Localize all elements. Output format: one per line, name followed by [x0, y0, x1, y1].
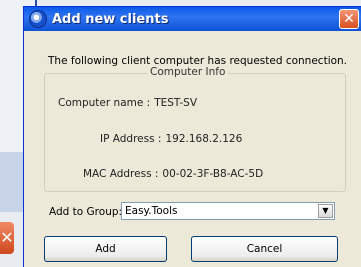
computer-name-label: Computer name : [58, 97, 151, 109]
group-select-value: Easy.Tools [125, 205, 178, 217]
computer-info-title: Computer Info [147, 66, 229, 78]
close-button[interactable]: ✕ [339, 9, 359, 29]
chevron-down-icon[interactable]: ▼ [318, 204, 333, 218]
add-to-group-label: Add to Group: [49, 206, 123, 218]
ip-address-row: IP Address :192.168.2.126 [100, 133, 242, 145]
mac-address-row: MAC Address :00-02-3F-B8-AC-5D [83, 168, 263, 180]
add-button[interactable]: Add [44, 236, 167, 262]
group-select[interactable]: Easy.Tools ▼ [121, 202, 335, 220]
background-close-icon[interactable]: ✕ [0, 222, 14, 254]
add-clients-dialog: Add new clients ✕ The following client c… [23, 6, 361, 267]
computer-name-value: TEST-SV [154, 97, 198, 109]
app-icon [29, 10, 47, 28]
title-bar[interactable]: Add new clients ✕ [24, 7, 361, 31]
ip-address-value: 192.168.2.126 [165, 133, 243, 145]
computer-name-row: Computer name : TEST-SV [58, 97, 197, 109]
cancel-button[interactable]: Cancel [191, 236, 338, 262]
dialog-title: Add new clients [52, 11, 169, 27]
mac-address-value: 00-02-3F-B8-AC-5D [162, 168, 264, 180]
ip-address-label: IP Address : [100, 133, 162, 145]
computer-info-group: Computer Info Computer name : TEST-SV IP … [44, 66, 346, 192]
mac-address-label: MAC Address : [83, 168, 159, 180]
